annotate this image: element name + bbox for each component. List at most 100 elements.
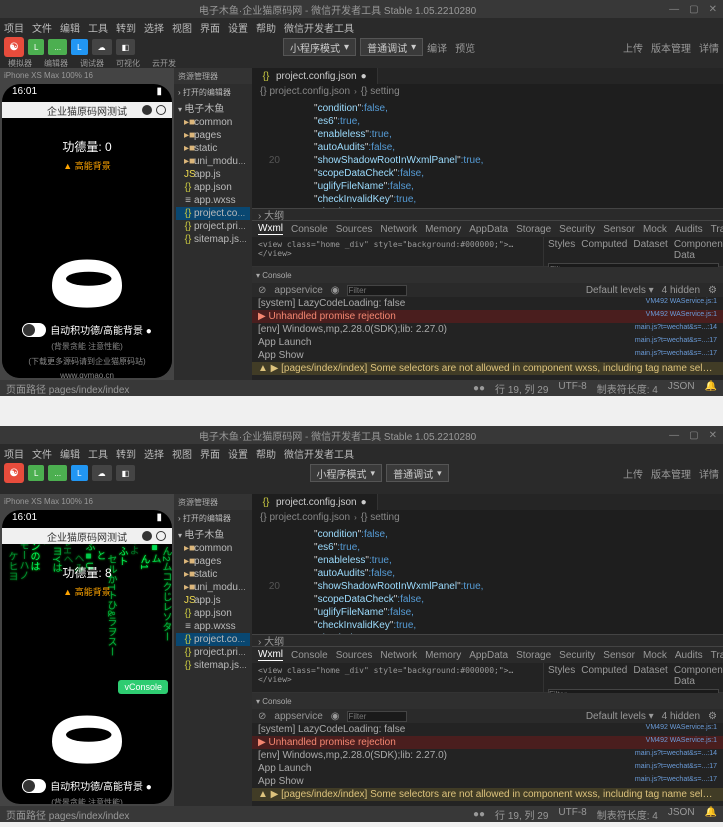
phone-navbar: 企业猫原码网测试 [2,102,172,118]
upload-button[interactable]: 上传 [623,40,643,55]
encoding[interactable]: UTF-8 [558,381,586,396]
menu-item[interactable]: 编辑 [60,20,80,35]
indent[interactable]: 制表符长度: 4 [597,381,658,396]
vconsole-button[interactable]: vConsole [118,680,168,694]
chevron-down-icon: ▾ [344,42,349,53]
menu-item[interactable]: 工具 [88,20,108,35]
tree-root[interactable]: ▾ 电子木鱼 [176,99,250,116]
editor-tab[interactable]: {}project.config.json ● [252,68,378,84]
context-dropdown[interactable]: appservice [274,285,322,296]
tree-folder[interactable]: ▸■static [176,142,250,155]
editor-panel: {}project.config.json ● {} project.confi… [252,68,723,380]
app-body[interactable]: 功德量: 0 ▲ 高能背景 自动积功德/高能背景 ● (背景贪能 注意性能) (… [2,118,172,378]
version-button[interactable]: 版本管理 [651,40,691,55]
mode-dropdown[interactable]: 小程序模式▾ [283,38,356,56]
menu-item[interactable]: 设置 [228,20,248,35]
muyu-icon[interactable] [42,242,132,312]
sim-header[interactable]: iPhone XS Max 100% 16 [0,68,174,82]
close-icon[interactable]: ✕ [709,4,717,15]
warning-text: ▲ 高能背景 [63,159,110,172]
open-editors[interactable]: › 打开的编辑器 [176,86,250,99]
toolbar-btn-layout[interactable]: ◧ [116,39,136,55]
switch-label: 自动积功德/高能背景 ● [50,322,152,337]
tree-folder[interactable]: ▸■uni_modules [176,155,250,168]
toolbar-btn[interactable]: L [71,39,87,55]
sim-time: 16:01 [12,86,37,97]
devtab[interactable]: Security [559,224,595,235]
devtab[interactable]: Trace [711,224,723,235]
status-pill[interactable]: ●● [473,383,485,394]
menu-item[interactable]: 界面 [200,20,220,35]
devtab[interactable]: Console [291,224,328,235]
eye-icon[interactable]: ◉ [331,285,340,296]
statusbar: 页面路径 pages/index/index ●● 行 19, 列 29 UTF… [0,380,723,396]
tree-file[interactable]: JSapp.js [176,168,250,181]
ide-window-bottom: 电子木鱼·企业猫原码网 - 微信开发者工具 Stable 1.05.221028… [0,426,723,822]
menu-item[interactable]: 项目 [4,20,24,35]
tree-file[interactable]: {}sitemap.json [176,233,250,246]
menu-item[interactable]: 视图 [172,20,192,35]
devtab[interactable]: Memory [425,224,461,235]
devtab[interactable]: Sources [336,224,373,235]
simulator-panel: iPhone XS Max 100% 16 16:01▮ 企业猫原码网测试 功德… [0,68,174,380]
auto-switch[interactable] [22,323,46,337]
cursor-pos[interactable]: 行 19, 列 29 [495,381,548,396]
menu-item[interactable]: 帮助 [256,20,276,35]
minimize-icon[interactable]: — [669,4,679,15]
gear-icon[interactable]: ⚙ [708,285,717,296]
lang[interactable]: JSON [668,381,695,396]
file-explorer: 资源管理器 › 打开的编辑器 ▾ 电子木鱼 ▸■common ▸■pages ▸… [174,68,252,380]
computed-tab[interactable]: Computed [581,239,627,261]
dataset-tab[interactable]: Dataset [633,239,667,261]
outline-bar[interactable]: › 大纲 [252,208,723,220]
devtab[interactable]: Network [380,224,417,235]
menubar: 项目 文件 编辑 工具 转到 选择 视图 界面 设置 帮助 微信开发者工具 [0,18,723,36]
minimize-icon[interactable]: — [669,430,679,441]
details-button[interactable]: 详情 [699,40,719,55]
code-editor[interactable]: "condition":false,"es6":true,"enableless… [252,524,723,634]
levels-dropdown[interactable]: Default levels ▾ [586,285,654,296]
devtab[interactable]: Audits [675,224,703,235]
toolbar-btn-cloud[interactable]: ☁ [92,39,112,55]
chevron-down-icon: ▾ [411,42,416,53]
more-icon[interactable] [142,105,152,115]
tree-folder[interactable]: ▸■pages [176,129,250,142]
code-editor[interactable]: "condition":false,"es6":true,"enableless… [252,98,723,208]
page-path[interactable]: 页面路径 pages/index/index [6,381,129,396]
tree-file[interactable]: {}project.private.config.j... [176,220,250,233]
devtab[interactable]: Storage [516,224,551,235]
hidden-count[interactable]: 4 hidden [662,285,700,296]
tree-file[interactable]: {}app.json [176,181,250,194]
menu-item[interactable]: 微信开发者工具 [284,20,354,35]
tree-file-selected[interactable]: {}project.config.json [176,207,250,220]
styles-tab[interactable]: Styles [548,239,575,261]
muyu-icon[interactable] [42,698,132,768]
devtab[interactable]: Mock [643,224,667,235]
wxml-source[interactable]: <view class="home _div" style="backgroun… [252,237,543,266]
maximize-icon[interactable]: ▢ [689,4,698,15]
device-dropdown[interactable]: 普通调试▾ [360,38,423,56]
tree-folder[interactable]: ▸■common [176,116,250,129]
devtab-wxml[interactable]: Wxml [258,223,283,235]
bell-icon[interactable]: 🔔 [705,381,717,396]
dirty-icon: ● [361,71,367,82]
console-filter[interactable] [347,285,407,296]
menu-item[interactable]: 选择 [144,20,164,35]
close-app-icon[interactable] [156,105,166,115]
preview-button[interactable]: 预览 [455,40,475,55]
breadcrumb[interactable]: {} project.config.json › {} setting [252,84,723,98]
toolbar-btn[interactable]: L [28,39,44,55]
phone-frame: 16:01▮ 企业猫原码网测试 功德量: 0 ▲ 高能背景 自动积功德/高能背景… [2,84,172,378]
compdata-tab[interactable]: Component Data [674,239,723,261]
tree-file[interactable]: ≡app.wxss [176,194,250,207]
menu-item[interactable]: 文件 [32,20,52,35]
window-title: 电子木鱼·企业猫原码网 - 微信开发者工具 Stable 1.05.221028… [6,2,669,17]
devtab[interactable]: AppData [469,224,508,235]
toolbar-btn[interactable]: ... [48,39,67,55]
clear-icon[interactable]: ⊘ [258,285,266,296]
compile-button[interactable]: 编译 [427,40,447,55]
menu-item[interactable]: 转到 [116,20,136,35]
devtab[interactable]: Sensor [603,224,635,235]
close-icon[interactable]: ✕ [709,430,717,441]
maximize-icon[interactable]: ▢ [689,430,698,441]
